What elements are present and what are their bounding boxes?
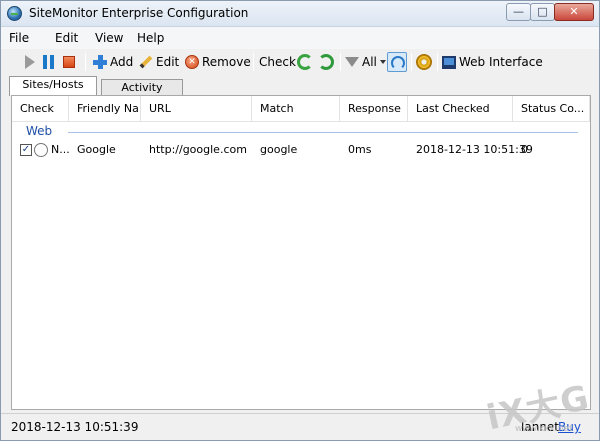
table-header: Check Friendly Na... URL Match Response …	[12, 96, 590, 122]
filter-dropdown[interactable]: All	[345, 52, 386, 72]
toolbar-separator	[411, 53, 412, 71]
column-response[interactable]: Response	[340, 96, 408, 122]
stop-button[interactable]	[63, 52, 75, 72]
watermark-url: www.kkx.net	[515, 424, 573, 434]
filter-value: All	[362, 55, 377, 69]
web-interface-button[interactable]: Web Interface	[442, 52, 543, 72]
row-last-checked: 2018-12-13 10:51:39	[416, 143, 533, 156]
web-interface-label: Web Interface	[459, 55, 543, 69]
group-divider	[68, 132, 578, 133]
auto-refresh-toggle[interactable]	[387, 52, 407, 72]
remove-label: Remove	[202, 55, 251, 69]
menu-bar: File Edit View Help	[1, 27, 599, 49]
title-bar: SiteMonitor Enterprise Configuration — □…	[1, 1, 599, 27]
menu-file[interactable]: File	[9, 31, 29, 45]
window-title: SiteMonitor Enterprise Configuration	[29, 6, 249, 20]
row-checkbox[interactable]: ✓	[20, 144, 32, 156]
toolbar-separator	[340, 53, 341, 71]
pause-button[interactable]	[43, 52, 54, 72]
toolbar: Add Edit ✕ Remove Check All Web Interfac…	[5, 49, 595, 75]
pencil-icon	[139, 55, 153, 69]
remove-icon: ✕	[185, 55, 199, 69]
chevron-down-icon	[379, 60, 386, 64]
filter-icon	[345, 57, 359, 67]
sites-list[interactable]: Check Friendly Na... URL Match Response …	[11, 95, 591, 410]
check-now-button[interactable]	[297, 52, 313, 72]
remove-button[interactable]: ✕ Remove	[185, 52, 251, 72]
stop-icon	[63, 56, 75, 68]
check-label: Check	[259, 55, 296, 69]
menu-view[interactable]: View	[95, 31, 123, 45]
check-all-button[interactable]	[318, 52, 334, 72]
status-time: 2018-12-13 10:51:39	[11, 420, 139, 434]
column-match[interactable]: Match	[252, 96, 340, 122]
row-check-name: N...	[51, 143, 70, 156]
start-button[interactable]	[25, 52, 35, 72]
tab-sites-hosts[interactable]: Sites/Hosts	[9, 76, 97, 96]
gear-icon	[416, 54, 432, 70]
edit-button[interactable]: Edit	[139, 52, 179, 72]
column-last-checked[interactable]: Last Checked	[408, 96, 513, 122]
sync-icon	[387, 52, 407, 72]
refresh-all-icon	[318, 54, 334, 70]
column-status-code[interactable]: Status Co...	[513, 96, 590, 122]
column-friendly-name[interactable]: Friendly Na...	[69, 96, 141, 122]
row-match: google	[260, 143, 298, 156]
monitor-icon	[442, 55, 456, 69]
toolbar-separator	[85, 53, 86, 71]
maximize-button[interactable]: □	[530, 3, 555, 21]
status-circle-icon	[34, 143, 48, 157]
row-response: 0ms	[348, 143, 372, 156]
table-row[interactable]: ✓ N... Google http://google.com google 0…	[12, 140, 590, 160]
column-url[interactable]: URL	[141, 96, 252, 122]
row-friendly-name: Google	[77, 143, 116, 156]
toolbar-separator	[437, 53, 438, 71]
group-header-web[interactable]: Web	[26, 124, 52, 138]
add-label: Add	[110, 55, 134, 69]
column-check[interactable]: Check	[12, 96, 69, 122]
check-label-item: Check	[259, 52, 296, 72]
refresh-icon	[297, 54, 313, 70]
edit-label: Edit	[156, 55, 180, 69]
settings-button[interactable]	[416, 52, 432, 72]
row-url: http://google.com	[149, 143, 247, 156]
plus-icon	[93, 55, 107, 69]
close-button[interactable]: ✕	[554, 3, 594, 21]
play-icon	[25, 55, 35, 69]
add-button[interactable]: Add	[93, 52, 133, 72]
toolbar-separator	[253, 53, 254, 71]
globe-icon	[7, 6, 22, 21]
row-status-code: 0	[521, 143, 528, 156]
menu-help[interactable]: Help	[137, 31, 164, 45]
menu-edit[interactable]: Edit	[55, 31, 78, 45]
minimize-button[interactable]: —	[506, 3, 531, 21]
app-window: SiteMonitor Enterprise Configuration — □…	[0, 0, 600, 441]
pause-icon	[43, 55, 54, 69]
